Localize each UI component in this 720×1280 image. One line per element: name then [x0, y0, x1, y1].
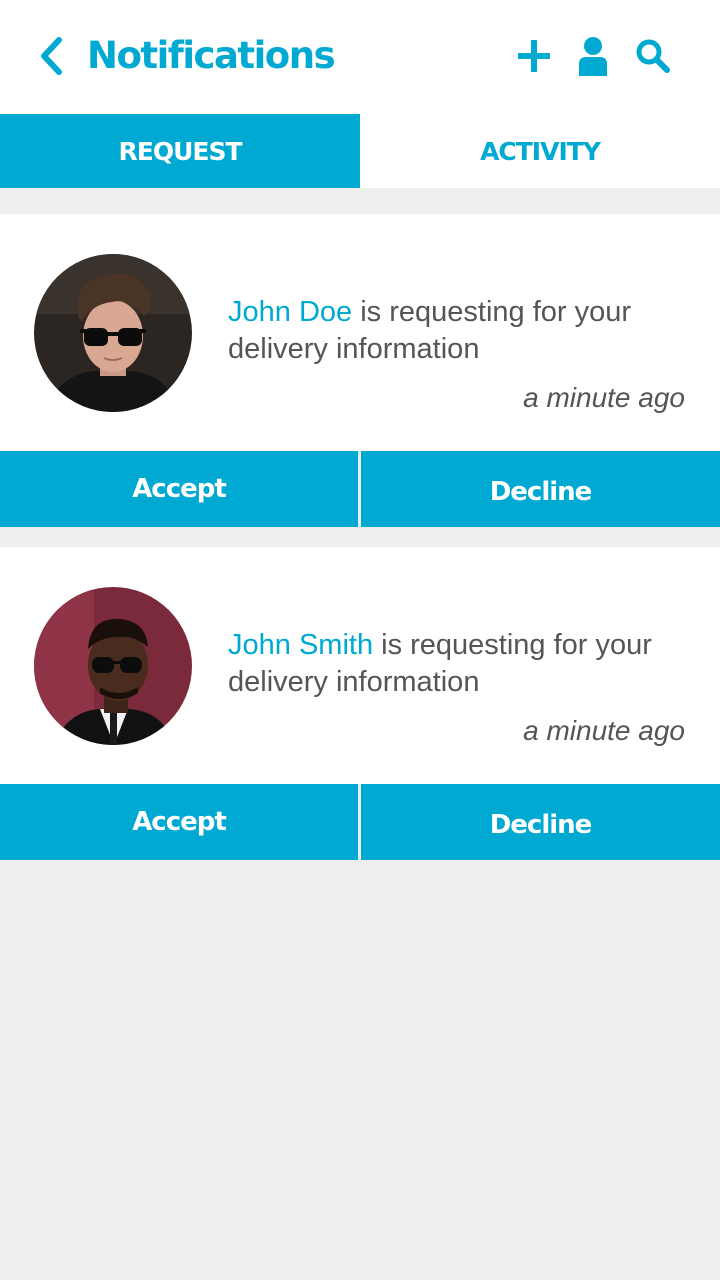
accept-button[interactable]: Accept	[0, 784, 358, 860]
requester-name[interactable]: John Smith	[228, 629, 373, 661]
notification-message: John Doe is requesting for your delivery…	[228, 294, 698, 368]
tab-activity[interactable]: ACTIVITY	[360, 114, 720, 188]
page-title: Notifications	[87, 34, 336, 77]
notification-card: John Doe is requesting for your delivery…	[0, 214, 720, 451]
profile-button[interactable]	[571, 34, 615, 78]
decline-button[interactable]: Decline	[361, 451, 720, 527]
notification-actions: Accept Decline	[0, 784, 720, 860]
app-header: Notifications	[0, 0, 720, 114]
user-icon	[579, 37, 607, 76]
notification-card: John Smith is requesting for your delive…	[0, 547, 720, 784]
accept-button[interactable]: Accept	[0, 451, 358, 527]
back-chevron-icon	[41, 37, 62, 75]
plus-icon	[518, 40, 550, 72]
search-icon	[636, 39, 670, 73]
add-button[interactable]	[512, 34, 556, 78]
notification-actions: Accept Decline	[0, 451, 720, 527]
notification-message: John Smith is requesting for your delive…	[228, 627, 698, 701]
decline-button[interactable]: Decline	[361, 784, 720, 860]
back-button[interactable]	[34, 36, 68, 76]
avatar	[34, 254, 192, 412]
tab-bar: REQUEST ACTIVITY	[0, 114, 720, 188]
search-button[interactable]	[631, 34, 675, 78]
avatar	[34, 587, 192, 745]
timestamp: a minute ago	[523, 715, 685, 746]
timestamp: a minute ago	[523, 382, 685, 413]
tab-request[interactable]: REQUEST	[0, 114, 360, 188]
requester-name[interactable]: John Doe	[228, 296, 352, 328]
